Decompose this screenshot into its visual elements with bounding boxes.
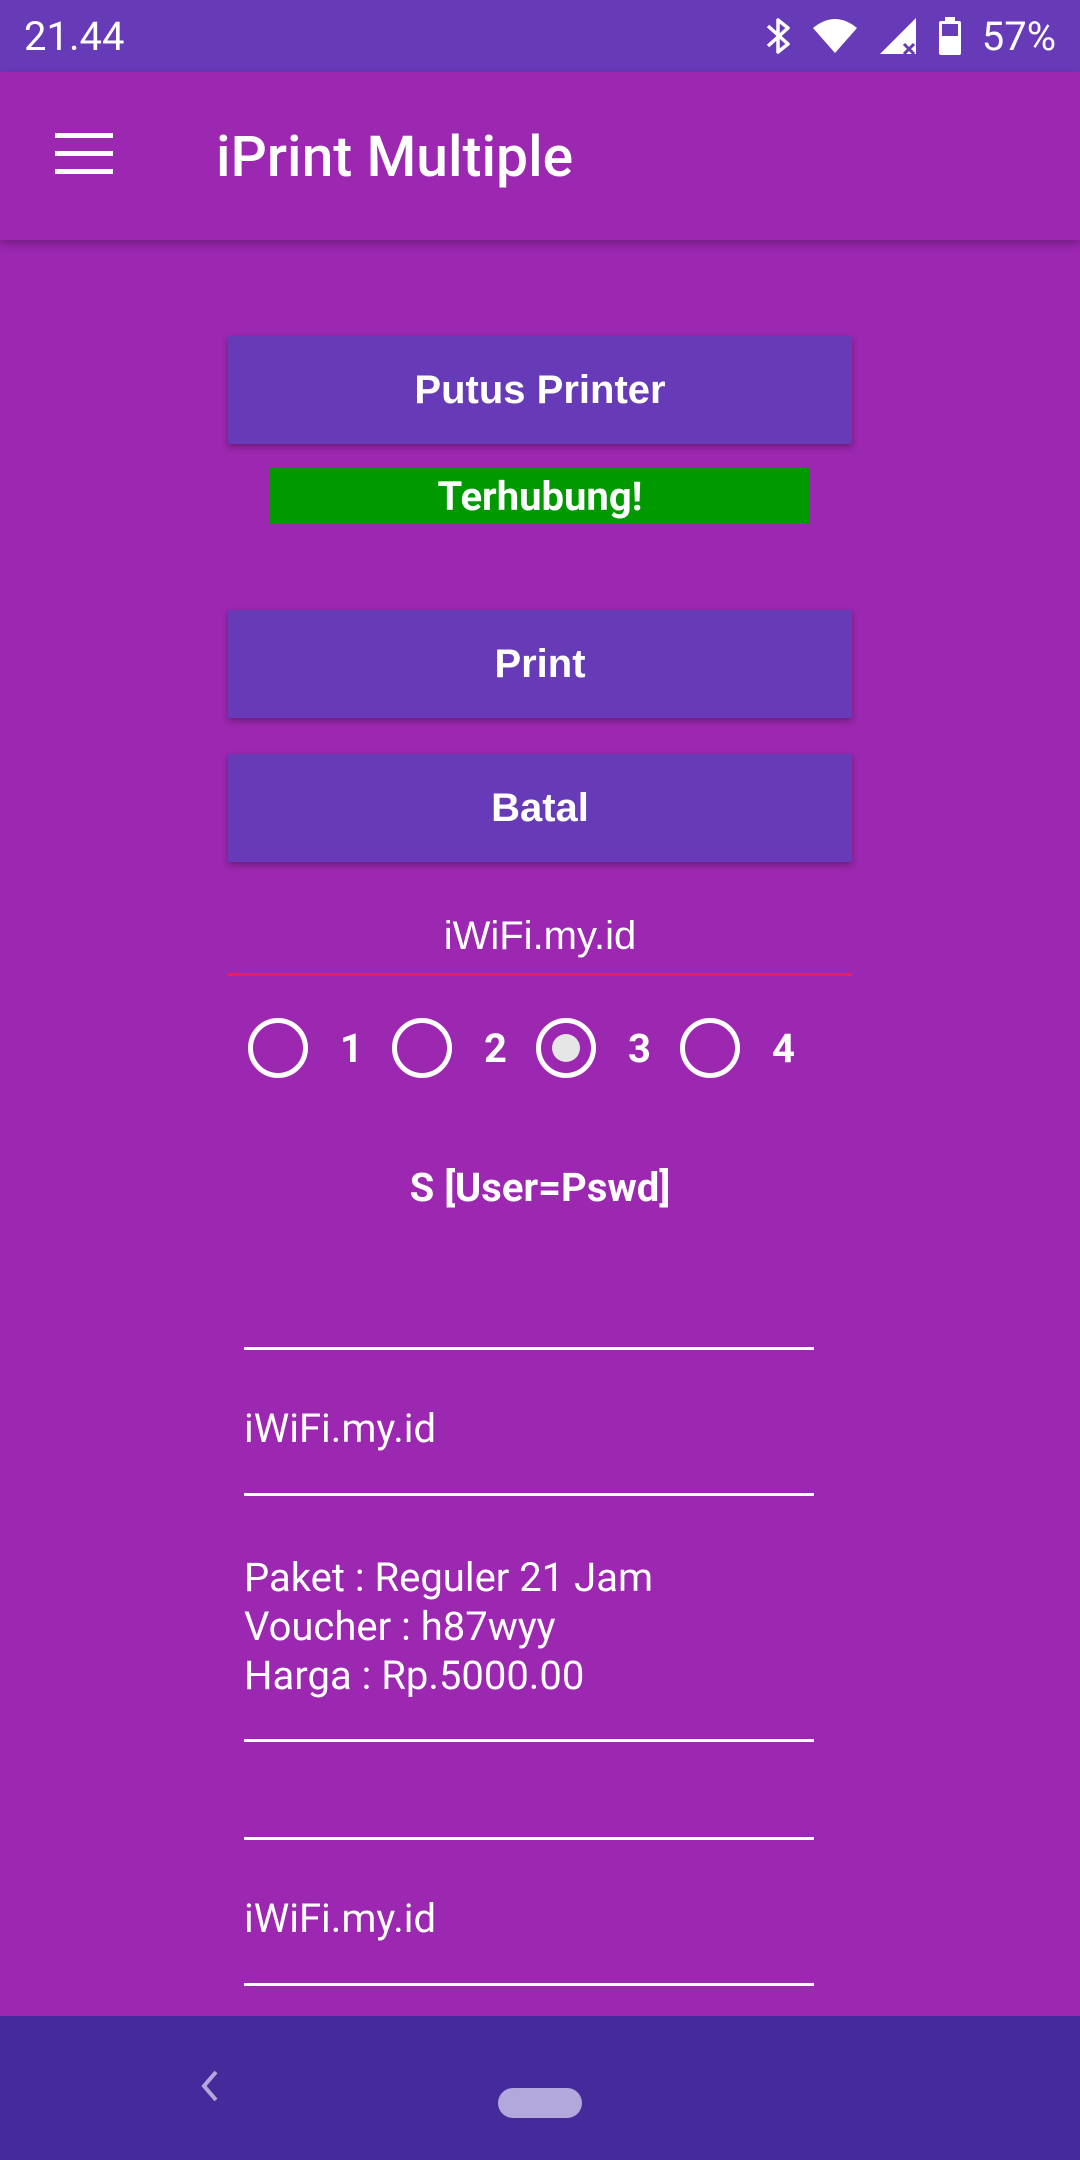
radio-circle-selected[interactable] (536, 1018, 596, 1078)
bluetooth-icon (764, 16, 792, 56)
cancel-button[interactable]: Batal (228, 754, 852, 862)
home-pill-button[interactable] (498, 2088, 582, 2118)
menu-button[interactable] (0, 72, 168, 240)
back-chevron-icon (198, 2068, 222, 2108)
back-button[interactable] (186, 2064, 234, 2112)
status-icons: 57% (764, 13, 1056, 60)
radio-option-1[interactable]: 1 (248, 1018, 363, 1078)
radio-option-4[interactable]: 4 (680, 1018, 795, 1078)
connection-status-badge: Terhubung! (270, 468, 810, 524)
voucher-field-3[interactable]: Paket : Reguler 21 Jam Voucher : h87wyy … (244, 1553, 814, 1742)
voucher-code-text: Voucher : h87wyy (244, 1603, 556, 1650)
navigation-bar (0, 2016, 1080, 2160)
radio-circle[interactable] (392, 1018, 452, 1078)
section-title: S [User=Pswd] (409, 1164, 671, 1211)
battery-percent: 57% (981, 12, 1056, 60)
wifi-icon (812, 18, 858, 54)
radio-option-2[interactable]: 2 (392, 1018, 507, 1078)
radio-option-3[interactable]: 3 (536, 1018, 651, 1078)
voucher-field-5[interactable]: iWiFi.my.id (244, 1894, 814, 1986)
radio-label: 1 (340, 1024, 363, 1072)
radio-circle[interactable] (248, 1018, 308, 1078)
voucher-package-text: Paket : Reguler 21 Jam (244, 1554, 654, 1601)
app-bar: iPrint Multiple (0, 72, 1080, 240)
voucher-price-text: Harga : Rp.5000.00 (244, 1652, 585, 1699)
print-button[interactable]: Print (228, 610, 852, 718)
radio-label: 4 (772, 1024, 795, 1072)
radio-label: 2 (484, 1024, 507, 1072)
radio-circle[interactable] (680, 1018, 740, 1078)
radio-label: 3 (628, 1024, 651, 1072)
app-title: iPrint Multiple (216, 122, 574, 190)
signal-icon (878, 16, 918, 56)
voucher-field-2[interactable]: iWiFi.my.id (244, 1404, 814, 1496)
battery-icon (938, 16, 962, 56)
status-time: 21.44 (24, 12, 125, 60)
status-bar: 21.44 57% (0, 0, 1080, 72)
voucher-field-4[interactable] (244, 1790, 814, 1840)
voucher-field-1[interactable] (244, 1290, 814, 1350)
radio-group: 1 2 3 4 (248, 1016, 824, 1080)
disconnect-printer-button[interactable]: Putus Printer (228, 336, 852, 444)
header-text-input[interactable] (228, 900, 852, 976)
hamburger-menu-icon (55, 133, 113, 179)
